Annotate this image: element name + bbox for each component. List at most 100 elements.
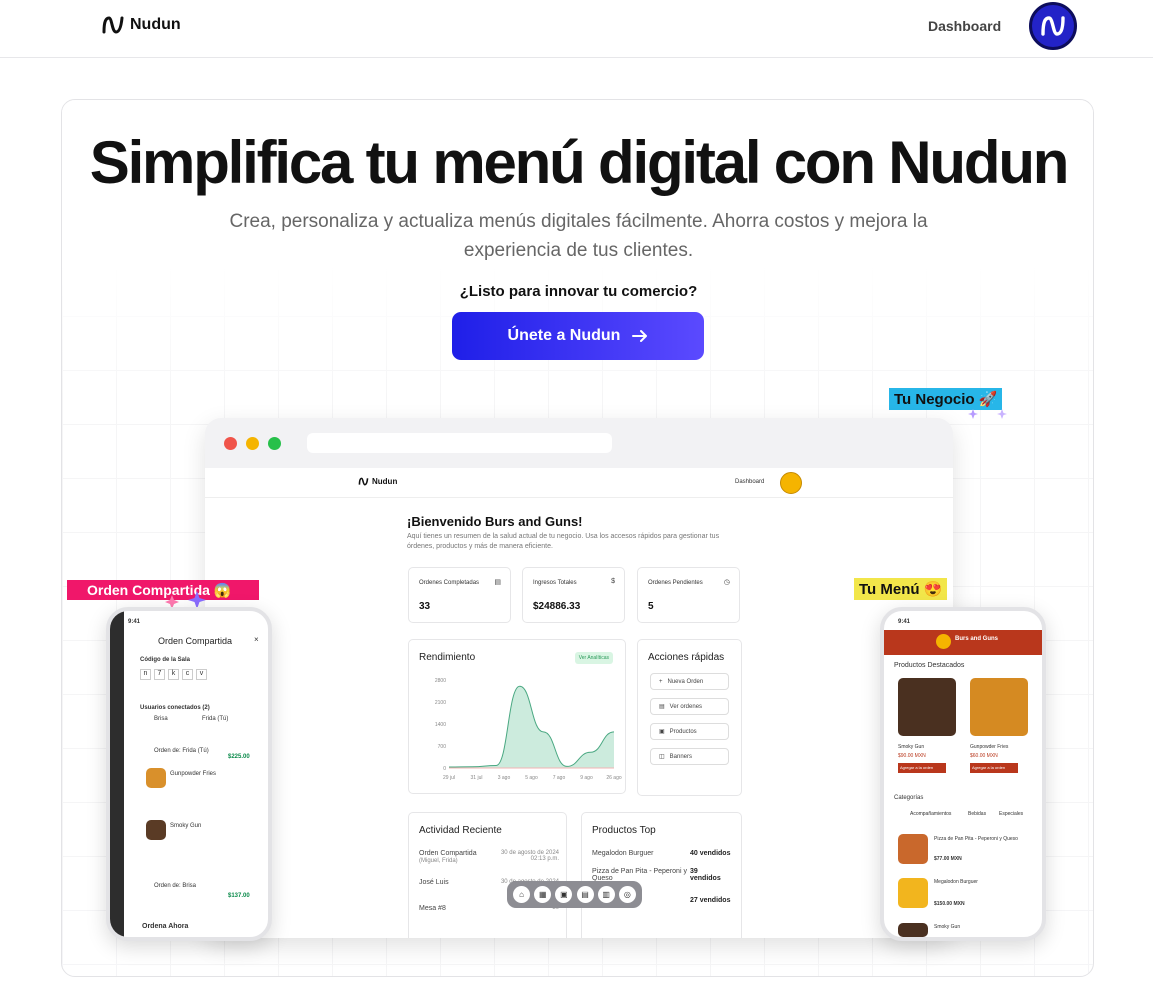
activity-date: 30 de agosto de 2024 02:13 p.m. [500,850,559,862]
burger-image [898,923,928,937]
products-action: ▣ Productos [650,723,729,740]
stat-value: 33 [419,601,431,612]
burger-image [898,678,956,736]
stat-card: Ingresos Totales $ $24886.33 [522,567,625,623]
activity-sub: (Miguel, Frida) [419,858,458,864]
window-close-dot [224,437,237,450]
room-code: n 7 k c v [140,669,207,680]
action-label: Banners [669,753,693,760]
restaurant-logo [936,634,951,649]
new-order-action: + Nueva Orden [650,673,729,690]
list-icon: ▤ [659,704,665,710]
x-tick-label: 3 ago [498,775,511,781]
chart-icon[interactable]: ▥ [597,886,615,903]
x-tick-label: 31 jul [471,775,483,781]
menu-item-name: Megalodon Burguer [934,879,978,885]
cta-question: ¿Listo para innovar tu comercio? [459,283,698,300]
stat-value: 5 [648,601,654,612]
y-tick-label: 2800 [435,678,446,684]
grid-icon[interactable]: ▦ [534,886,552,903]
nudun-logo-icon [102,16,124,34]
item-name: Gunpowder Fries [170,771,217,777]
user-name: Brisa [154,716,168,722]
quick-actions-panel: Acciones rápidas + Nueva Orden ▤ Ver orden… [637,639,742,796]
join-button-label: Únete a Nudun [507,327,621,344]
nudun-logo-icon [358,477,369,486]
x-tick-label: 7 ago [553,775,566,781]
restaurant-header [884,630,1042,655]
category-tab[interactable]: Especiales [999,811,1023,817]
order-from: Orden de: Frida (Tú) [154,748,209,754]
user-avatar[interactable] [1029,2,1077,50]
stat-card: Ordenes Pendientes ◷ 5 [637,567,740,623]
list-icon[interactable]: ▤ [576,886,594,903]
add-to-order-button[interactable]: Agregar a la orden [898,763,946,773]
action-label: Productos [669,728,697,735]
y-tick-label: 700 [438,744,447,750]
categories-title: Categorías [894,795,924,801]
brand-logo[interactable]: Nudun [102,15,181,35]
burger-image [146,820,166,840]
arrow-right-icon [632,330,648,342]
restaurant-name: Burs and Guns [955,636,999,642]
x-tick-label: 5 ago [525,775,538,781]
product-name: Pizza de Pan Pita - Peperoni y Queso [592,868,687,882]
sparkle-icon [968,409,1007,419]
calendar-icon[interactable]: ▣ [555,886,573,903]
code-char: 7 [154,669,165,680]
burger-image [898,878,928,908]
x-tick-label: 9 ago [580,775,593,781]
banner-icon: ◫ [659,754,665,760]
rendimiento-title: Rendimiento [419,652,476,663]
close-icon[interactable]: × [254,635,259,644]
tag-tu-menu: Tu Menú 😍 [854,578,948,600]
settings-icon[interactable]: ◎ [618,886,636,903]
top-product-row: Pizza de Pan Pita - Peperoni y Queso 39 … [592,868,721,882]
home-icon[interactable]: ⌂ [513,886,531,903]
recent-activity-title: Actividad Reciente [419,825,502,836]
category-tab[interactable]: Acompañamientos [910,811,951,817]
phone-side-overlay [110,611,124,937]
product-price: $90.00 MXN [898,753,926,759]
hero-subtitle: Crea, personaliza y actualiza menús digi… [229,211,928,261]
top-product-row: Megalodon Burguer 40 vendidos [592,850,732,857]
menu-item-name: Pizza de Pan Pita - Peperoni y Queso [934,836,1018,842]
dashboard-link[interactable]: Dashboard [928,18,1001,34]
view-orders-action: ▤ Ver ordenes [650,698,729,715]
hero-title: Simplifica tu menú digital con Nudun [89,129,1070,196]
stat-label: Ingresos Totales [533,580,577,586]
menu-item-price: $150.00 MXN [934,901,965,907]
order-total: $137.00 [228,893,250,899]
mock-navbar: Nudun Dashboard [205,468,953,498]
top-navbar: Nudun Dashboard [0,0,1153,58]
nudun-avatar-icon [1041,16,1065,36]
clock-icon: ◷ [723,579,730,586]
url-bar [307,433,612,453]
code-char: c [182,669,193,680]
phone-title: Orden Compartida [158,636,233,646]
rendimiento-chart: 0 700 1400 2100 2800 29 jul 31 jul 3 ago 5 ago 7 … [435,678,622,781]
join-button[interactable]: Únete a Nudun [452,312,704,360]
product-count: 40 vendidos [690,850,731,857]
users-label: Usuarios conectados (2) [140,705,210,711]
list-icon: ▤ [494,579,501,586]
order-from: Orden de: Brisa [154,883,197,889]
product-count: 39 vendidos [690,868,721,882]
quick-actions-title: Acciones rápidas [648,652,725,663]
add-to-order-button[interactable]: Agregar a la orden [970,763,1018,773]
stat-label: Ordenes Pendientes [648,580,703,586]
product-price: $60.00 MXN [970,753,998,759]
analytics-badge: Ver Analíticas [574,652,613,664]
stat-value: $24886.33 [533,601,581,612]
product-count: 27 vendidos [690,897,731,904]
order-total: $225.00 [228,754,250,760]
stat-card: Ordenes Completadas ▤ 33 [408,567,511,623]
action-label: Nueva Orden [667,678,704,685]
brand-name: Nudun [130,16,181,33]
top-products-panel: Productos Top Megalodon Burguer 40 vendi… [581,812,742,938]
order-now-button[interactable]: Ordena Ahora [142,923,188,930]
category-tab[interactable]: Bebidas [968,811,986,817]
top-products-title: Productos Top [592,825,656,836]
featured-title: Productos Destacados [894,662,965,669]
x-tick-label: 29 jul [443,775,455,781]
